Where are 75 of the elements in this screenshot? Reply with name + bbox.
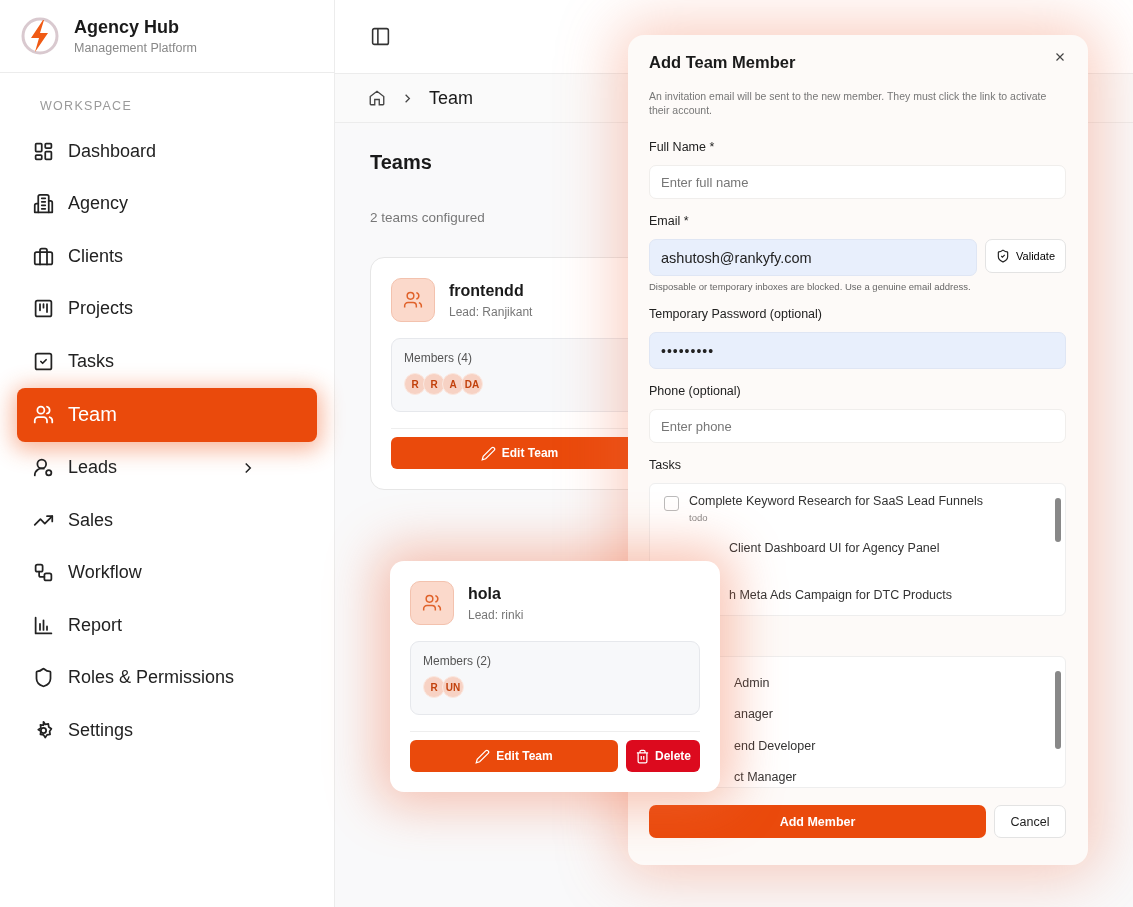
brand-subtitle: Management Platform	[74, 41, 197, 55]
field-label: Temporary Password (optional)	[649, 307, 823, 321]
breadcrumb-current: Team	[429, 87, 473, 109]
team-lead: Lead: Ranjikant	[449, 305, 533, 319]
pencil-icon	[475, 748, 491, 764]
kanban-icon	[33, 298, 54, 320]
users-icon	[33, 404, 54, 425]
sidebar-item[interactable]: Settings	[17, 704, 317, 757]
task-title[interactable]: h Meta Ads Campaign for DTC Products	[729, 588, 952, 602]
delete-button[interactable]: Delete	[625, 740, 700, 772]
cancel-button[interactable]: Cancel	[994, 805, 1066, 838]
sidebar-item[interactable]: Agency	[17, 177, 317, 230]
full-name-field[interactable]: Enter full name	[649, 165, 1066, 199]
field-label: Tasks	[649, 458, 682, 472]
dialog-title: Add Team Member	[649, 53, 796, 72]
email-hint: Disposable or temporary inboxes are blocked. Use a genuine email address.	[649, 281, 972, 292]
shield-check-icon	[996, 249, 1011, 263]
sidebar-item[interactable]: Sales	[17, 494, 317, 547]
task-title[interactable]: Complete Keyword Research for SaaS Lead Funnels	[689, 494, 983, 508]
dialog-description: An invitation email will be sent to the new member. They must click the link to activate their account.	[649, 89, 1048, 117]
shield-icon	[33, 667, 54, 689]
page-subtitle: 2 teams configured	[370, 210, 485, 225]
role-title[interactable]: end Developer	[734, 738, 816, 753]
pencil-icon	[480, 445, 496, 461]
sidebar-item[interactable]: Workflow	[17, 546, 317, 599]
members-label: Members (2)	[423, 654, 491, 668]
member-avatar: R	[423, 676, 445, 698]
members-label: Members (4)	[404, 351, 472, 365]
sidebar-item[interactable]: Dashboard	[17, 125, 317, 178]
member-avatar: R	[423, 373, 445, 395]
role-title[interactable]: anager	[734, 707, 773, 722]
sidebar-item[interactable]: Roles & Permissions	[17, 651, 317, 704]
bar-chart-icon	[33, 614, 54, 636]
member-avatar: UN	[442, 676, 464, 698]
member-avatar: DA	[461, 373, 483, 395]
task-status: todo	[689, 512, 709, 523]
member-avatar: R	[404, 373, 426, 395]
sidebar-item[interactable]: Leads	[17, 441, 317, 494]
home-icon[interactable]	[368, 89, 386, 107]
password-field[interactable]: •••••••••	[649, 332, 1066, 369]
phone-field[interactable]: Enter phone	[649, 409, 1066, 443]
task-title[interactable]: Client Dashboard UI for Agency Panel	[729, 541, 940, 555]
sidebar-item[interactable]: Report	[17, 599, 317, 652]
checkbox-icon	[33, 350, 54, 372]
building-icon	[33, 193, 54, 215]
sidebar-toggle-icon[interactable]	[370, 26, 391, 47]
lightning-logo-icon	[20, 16, 60, 56]
team-name: hola	[468, 585, 502, 603]
sidebar-item[interactable]: Tasks	[17, 335, 317, 388]
sidebar-item[interactable]: Projects	[17, 282, 317, 335]
workflow-icon	[33, 562, 54, 584]
role-title[interactable]: ct Manager	[734, 770, 797, 785]
section-label: WORKSPACE	[39, 98, 134, 115]
member-avatar: A	[442, 373, 464, 395]
team-name: frontendd	[449, 282, 525, 300]
task-checkbox[interactable]	[664, 496, 679, 511]
users-icon	[422, 593, 442, 613]
edit-team-button[interactable]: Edit Team	[410, 740, 618, 772]
trash-icon	[634, 748, 650, 764]
validate-button[interactable]: Validate	[985, 239, 1066, 273]
add-member-button[interactable]: Add Member	[649, 805, 986, 838]
field-label: Phone (optional)	[649, 384, 742, 398]
grid-icon	[33, 140, 54, 162]
sidebar-item[interactable]: Team	[17, 387, 317, 442]
team-lead: Lead: rinki	[468, 608, 524, 622]
field-label: Email *	[649, 214, 690, 228]
email-field[interactable]: ashutosh@rankyfy.com	[649, 239, 978, 276]
field-label: Full Name *	[649, 140, 716, 154]
brand-name: Agency Hub	[74, 17, 180, 38]
briefcase-icon	[33, 245, 54, 267]
role-title[interactable]: Admin	[734, 675, 770, 690]
page-title: Teams	[370, 151, 432, 174]
users-icon	[403, 290, 423, 310]
sidebar-item[interactable]: Clients	[17, 230, 317, 283]
user-icon	[33, 457, 54, 479]
